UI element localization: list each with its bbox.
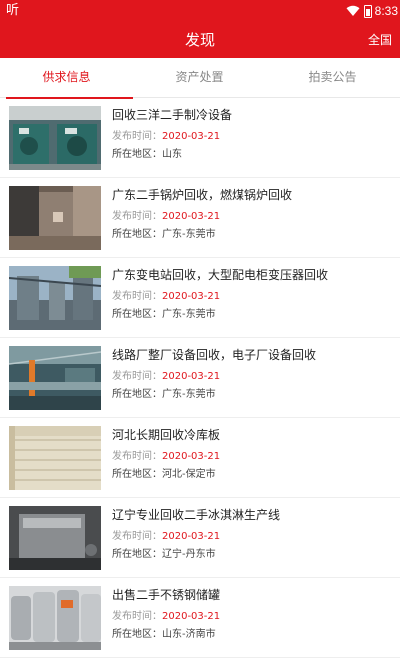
listing-thumbnail [9, 586, 101, 650]
title-bar: 发现 全国 [0, 22, 400, 58]
listing-publish-time: 发布时间：2020-03-21 [112, 530, 220, 544]
listing-publish-time: 发布时间：2020-03-21 [112, 610, 220, 624]
listing-publish-time: 发布时间：2020-03-21 [112, 290, 220, 304]
location-value: 辽宁-丹东市 [162, 549, 216, 560]
location-value: 广东-东莞市 [162, 389, 216, 400]
listing-publish-time: 发布时间：2020-03-21 [112, 370, 220, 384]
page-title: 发现 [184, 31, 215, 49]
listing-location: 所在地区：辽宁-丹东市 [112, 548, 216, 562]
publish-time-label: 发布时间： [112, 291, 162, 302]
location-value: 广东-东莞市 [162, 229, 216, 240]
region-selector-button[interactable]: 全国 [368, 32, 392, 48]
tab-auction-notice[interactable]: 拍卖公告 [266, 58, 399, 98]
listing-thumbnail [9, 426, 101, 490]
app-root: 听 8:33 发现 全国 供求信息 资产处置 拍卖公告 回收三洋二手制冷设备 发… [0, 0, 400, 666]
list-item[interactable]: 广东变电站回收，大型配电柜变压器回收 发布时间：2020-03-21 所在地区：… [0, 258, 400, 338]
status-time: 8:33 [374, 4, 398, 18]
list-item[interactable]: 辽宁专业回收二手冰淇淋生产线 发布时间：2020-03-21 所在地区：辽宁-丹… [0, 498, 400, 578]
listing-location: 所在地区：广东-东莞市 [112, 388, 216, 402]
list-item[interactable]: 广东二手锅炉回收，燃煤锅炉回收 发布时间：2020-03-21 所在地区：广东-… [0, 178, 400, 258]
publish-date-value: 2020-03-21 [162, 531, 221, 542]
publish-date-value: 2020-03-21 [162, 611, 221, 622]
listing-location: 所在地区：广东-东莞市 [112, 228, 216, 242]
listing-thumbnail [9, 186, 101, 250]
listing-thumbnail [9, 266, 101, 330]
listing-location: 所在地区：河北-保定市 [112, 468, 216, 482]
publish-date-value: 2020-03-21 [162, 371, 221, 382]
location-label: 所在地区： [112, 629, 162, 640]
location-value: 河北-保定市 [162, 469, 216, 480]
publish-time-label: 发布时间： [112, 531, 162, 542]
list-item[interactable]: 河北长期回收冷库板 发布时间：2020-03-21 所在地区：河北-保定市 [0, 418, 400, 498]
listing-list: 回收三洋二手制冷设备 发布时间：2020-03-21 所在地区：山东 广东二手锅… [0, 98, 400, 658]
tab-supply-demand[interactable]: 供求信息 [0, 58, 133, 99]
publish-date-value: 2020-03-21 [162, 131, 221, 142]
location-label: 所在地区： [112, 229, 162, 240]
listing-location: 所在地区：广东-东莞市 [112, 308, 216, 322]
listing-location: 所在地区：山东-济南市 [112, 628, 216, 642]
listing-title: 广东变电站回收，大型配电柜变压器回收 [112, 268, 329, 282]
location-label: 所在地区： [112, 309, 162, 320]
publish-time-label: 发布时间： [112, 371, 162, 382]
publish-time-label: 发布时间： [112, 211, 162, 222]
location-label: 所在地区： [112, 389, 162, 400]
tab-bar: 供求信息 资产处置 拍卖公告 [0, 58, 400, 99]
publish-date-value: 2020-03-21 [162, 291, 221, 302]
location-label: 所在地区： [112, 149, 162, 160]
listing-publish-time: 发布时间：2020-03-21 [112, 130, 220, 144]
publish-time-label: 发布时间： [112, 451, 162, 462]
listing-title: 广东二手锅炉回收，燃煤锅炉回收 [112, 188, 293, 202]
list-item[interactable]: 线路厂整厂设备回收，电子厂设备回收 发布时间：2020-03-21 所在地区：广… [0, 338, 400, 418]
app-notification-icon: 听 [6, 3, 20, 18]
listing-location: 所在地区：山东 [112, 148, 182, 162]
listing-title: 回收三洋二手制冷设备 [112, 108, 233, 122]
listing-title: 河北长期回收冷库板 [112, 428, 221, 442]
listing-thumbnail [9, 506, 101, 570]
location-value: 山东 [162, 149, 182, 160]
publish-time-label: 发布时间： [112, 131, 162, 142]
listing-title: 出售二手不锈钢储罐 [112, 588, 221, 602]
publish-time-label: 发布时间： [112, 611, 162, 622]
listing-publish-time: 发布时间：2020-03-21 [112, 210, 220, 224]
publish-date-value: 2020-03-21 [162, 211, 221, 222]
publish-date-value: 2020-03-21 [162, 451, 221, 462]
location-value: 山东-济南市 [162, 629, 216, 640]
wifi-icon [346, 5, 360, 16]
battery-icon [364, 5, 372, 18]
listing-thumbnail [9, 106, 101, 170]
listing-publish-time: 发布时间：2020-03-21 [112, 450, 220, 464]
tab-asset-disposal[interactable]: 资产处置 [133, 58, 266, 98]
listing-title: 线路厂整厂设备回收，电子厂设备回收 [112, 348, 317, 362]
list-item[interactable]: 回收三洋二手制冷设备 发布时间：2020-03-21 所在地区：山东 [0, 98, 400, 178]
location-label: 所在地区： [112, 549, 162, 560]
listing-thumbnail [9, 346, 101, 410]
location-label: 所在地区： [112, 469, 162, 480]
location-value: 广东-东莞市 [162, 309, 216, 320]
status-bar: 听 8:33 [0, 0, 400, 22]
listing-title: 辽宁专业回收二手冰淇淋生产线 [112, 508, 281, 522]
list-item[interactable]: 出售二手不锈钢储罐 发布时间：2020-03-21 所在地区：山东-济南市 [0, 578, 400, 658]
